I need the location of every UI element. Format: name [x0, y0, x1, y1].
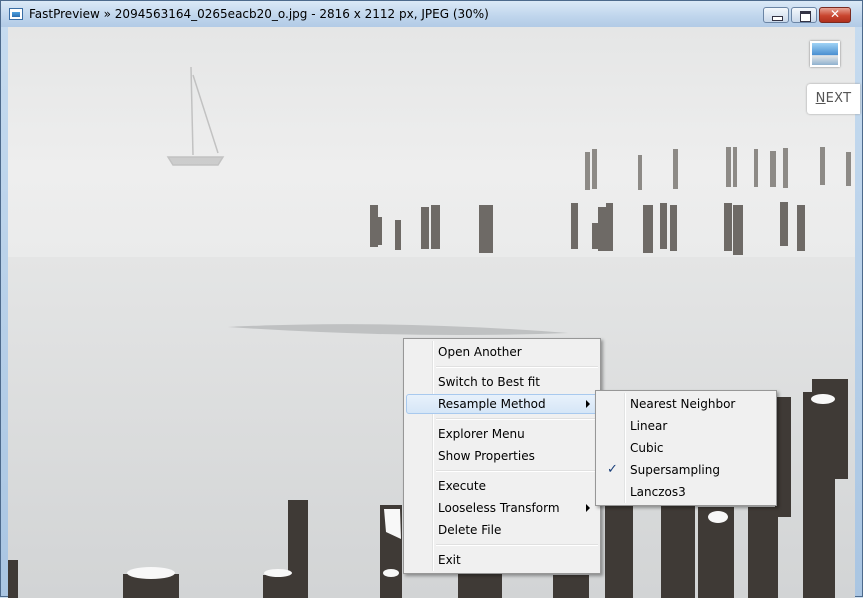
- image-thumbnail-icon[interactable]: [810, 41, 840, 67]
- menu-item-label: Execute: [438, 479, 486, 493]
- minimize-icon: [772, 16, 783, 21]
- app-window: FastPreview » 2094563164_0265eacb20_o.jp…: [0, 0, 863, 598]
- menu-item-label: Switch to Best fit: [438, 375, 540, 389]
- menu-item-explorer-menu[interactable]: Explorer Menu: [406, 424, 598, 444]
- menu-item-label: Exit: [438, 553, 461, 567]
- menu-item-label: Open Another: [438, 345, 522, 359]
- app-icon[interactable]: [9, 8, 23, 20]
- menu-item-open-another[interactable]: Open Another: [406, 342, 598, 362]
- menu-separator: [436, 366, 598, 368]
- maximize-icon: [800, 11, 811, 22]
- menu-item-label: Supersampling: [630, 463, 720, 477]
- minimize-button[interactable]: [763, 7, 789, 23]
- checkmark-icon: ✓: [607, 462, 618, 477]
- context-menu: Open Another Switch to Best fit Resample…: [403, 338, 601, 574]
- close-button[interactable]: ✕: [819, 7, 851, 23]
- submenu-arrow-icon: [586, 400, 590, 408]
- maximize-button[interactable]: [791, 7, 817, 23]
- menu-item-cubic[interactable]: Cubic: [598, 438, 774, 458]
- next-label-accel: N: [815, 91, 826, 106]
- menu-item-label: Looseless Transform: [438, 501, 560, 515]
- submenu-arrow-icon: [586, 504, 590, 512]
- menu-item-switch-to-best-fit[interactable]: Switch to Best fit: [406, 372, 598, 392]
- menu-item-label: Explorer Menu: [438, 427, 525, 441]
- menu-item-exit[interactable]: Exit: [406, 550, 598, 570]
- menu-item-label: Delete File: [438, 523, 502, 537]
- menu-item-looseless-transform[interactable]: Looseless Transform: [406, 498, 598, 518]
- menu-item-label: Lanczos3: [630, 485, 686, 499]
- menu-item-lanczos3[interactable]: Lanczos3: [598, 482, 774, 502]
- menu-item-label: Cubic: [630, 441, 664, 455]
- resample-submenu: Nearest Neighbor Linear Cubic ✓ Supersamp…: [595, 390, 777, 506]
- menu-item-nearest-neighbor[interactable]: Nearest Neighbor: [598, 394, 774, 414]
- menu-separator: [436, 544, 598, 546]
- title-bar[interactable]: FastPreview » 2094563164_0265eacb20_o.jp…: [1, 1, 862, 27]
- menu-separator: [436, 470, 598, 472]
- menu-item-label: Nearest Neighbor: [630, 397, 736, 411]
- menu-item-show-properties[interactable]: Show Properties: [406, 446, 598, 466]
- menu-item-delete-file[interactable]: Delete File: [406, 520, 598, 540]
- menu-item-linear[interactable]: Linear: [598, 416, 774, 436]
- close-icon: ✕: [829, 7, 841, 21]
- menu-item-execute[interactable]: Execute: [406, 476, 598, 496]
- next-label: EXT: [825, 91, 852, 106]
- menu-item-resample-method[interactable]: Resample Method: [406, 394, 598, 414]
- window-title: FastPreview » 2094563164_0265eacb20_o.jp…: [29, 7, 489, 21]
- menu-separator: [436, 418, 598, 420]
- menu-item-supersampling[interactable]: ✓ Supersampling: [598, 460, 774, 480]
- menu-item-label: Resample Method: [438, 397, 546, 411]
- menu-item-label: Show Properties: [438, 449, 535, 463]
- menu-item-label: Linear: [630, 419, 668, 433]
- next-button[interactable]: NEXT: [807, 84, 860, 114]
